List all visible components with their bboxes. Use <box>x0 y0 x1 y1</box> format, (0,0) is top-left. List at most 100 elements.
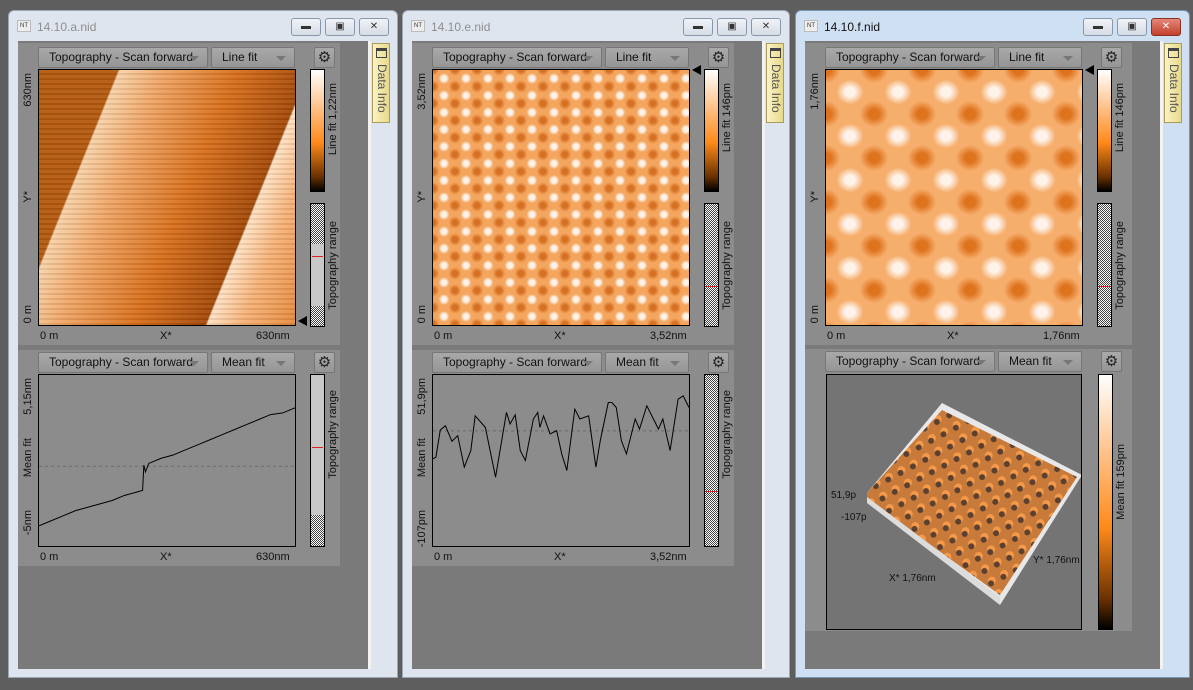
settings-button[interactable]: ⚙ <box>708 47 729 68</box>
profile-chart[interactable] <box>38 374 296 547</box>
topography-image[interactable] <box>825 69 1083 326</box>
dropdown-value: Topography - Scan forward <box>443 355 588 369</box>
filter-dropdown[interactable]: Mean fit <box>998 351 1082 372</box>
channel-dropdown[interactable]: Topography - Scan forward <box>38 47 208 68</box>
chevron-down-icon <box>976 360 986 365</box>
x-axis-label: X* <box>554 551 566 563</box>
chevron-down-icon <box>1063 56 1073 61</box>
document-window[interactable]: NT 14.10.f.nid ▬ ▣ ✕ Topography - Scan f… <box>795 10 1190 678</box>
app-icon: NT <box>411 20 425 32</box>
x-min-label: 0 m <box>434 551 453 563</box>
document-window[interactable]: NT 14.10.a.nid ▬ ▣ ✕ Topography - Scan f… <box>8 10 398 678</box>
x-max-label: 630nm <box>256 330 290 342</box>
chevron-down-icon <box>583 361 593 366</box>
settings-button[interactable]: ⚙ <box>314 47 335 68</box>
close-button[interactable]: ✕ <box>1151 18 1181 36</box>
dropdown-value: Mean fit <box>222 355 265 369</box>
filter-dropdown[interactable]: Mean fit <box>605 352 689 373</box>
channel-dropdown[interactable]: Topography - Scan forward <box>38 352 208 373</box>
range-marker[interactable] <box>298 316 307 326</box>
document-window[interactable]: NT 14.10.e.nid ▬ ▣ ✕ Topography - Scan f… <box>402 10 790 678</box>
title-bar[interactable]: NT 14.10.e.nid ▬ ▣ ✕ <box>403 11 789 41</box>
range-slider[interactable] <box>1097 203 1112 327</box>
filter-dropdown[interactable]: Line fit <box>605 47 689 68</box>
range-label: Topography range <box>327 390 339 479</box>
maximize-button[interactable]: ▣ <box>1117 18 1147 36</box>
x-max-label: 630nm <box>256 551 290 563</box>
settings-button[interactable]: ⚙ <box>1101 351 1122 372</box>
client-area: Topography - Scan forward Line fit ⚙ 1,7… <box>805 41 1160 669</box>
panel-icon <box>1168 48 1179 58</box>
channel-dropdown[interactable]: Topography - Scan forward <box>432 47 602 68</box>
title-bar[interactable]: NT 14.10.f.nid ▬ ▣ ✕ <box>796 11 1189 41</box>
close-button[interactable]: ✕ <box>751 18 781 36</box>
splitter[interactable] <box>1160 41 1163 669</box>
color-scale-bar <box>1097 69 1112 192</box>
topography-image[interactable] <box>432 69 690 326</box>
chevron-down-icon <box>276 361 286 366</box>
filter-dropdown[interactable]: Line fit <box>998 47 1082 68</box>
range-marker[interactable] <box>692 65 701 75</box>
dropdown-value: Topography - Scan forward <box>49 355 194 369</box>
dropdown-value: Line fit <box>616 50 652 64</box>
chevron-down-icon <box>583 56 593 61</box>
topography-image[interactable] <box>38 69 296 326</box>
channel-dropdown[interactable]: Topography - Scan forward <box>825 351 995 372</box>
filter-dropdown[interactable]: Line fit <box>211 47 295 68</box>
dropdown-value: Line fit <box>222 50 258 64</box>
y-min-label: 0 m <box>809 305 821 324</box>
channel-dropdown[interactable]: Topography - Scan forward <box>432 352 602 373</box>
settings-button[interactable]: ⚙ <box>314 352 335 373</box>
minimize-button[interactable]: ▬ <box>1083 18 1113 36</box>
gear-icon: ⚙ <box>317 354 332 371</box>
image-panel: Topography - Scan forward Line fit ⚙ 630… <box>18 43 340 345</box>
panel-icon <box>376 48 387 58</box>
data-info-tab[interactable]: Data Info <box>1164 43 1182 123</box>
profile-line <box>433 395 689 478</box>
3d-view[interactable]: 51,9p -107p X* 1,76nm Y* 1,76nm <box>826 374 1082 630</box>
dropdown-value: Topography - Scan forward <box>443 50 588 64</box>
colorbar-label: Line fit 146pm <box>1114 83 1126 153</box>
dropdown-value: Topography - Scan forward <box>836 50 981 64</box>
data-info-tab[interactable]: Data Info <box>372 43 390 123</box>
x-min-label: 0 m <box>40 330 59 342</box>
splitter[interactable] <box>762 41 765 669</box>
y-axis-label: Mean fit <box>22 438 34 478</box>
gear-icon: ⚙ <box>317 49 332 66</box>
window-title: 14.10.a.nid <box>37 20 97 34</box>
close-button[interactable]: ✕ <box>359 18 389 36</box>
y-min-label: -107pm <box>416 510 428 548</box>
data-info-label: Data Info <box>1167 64 1181 113</box>
gear-icon: ⚙ <box>1104 353 1119 370</box>
title-bar[interactable]: NT 14.10.a.nid ▬ ▣ ✕ <box>9 11 397 41</box>
range-slider[interactable] <box>310 203 325 327</box>
range-slider[interactable] <box>704 203 719 327</box>
data-info-tab[interactable]: Data Info <box>766 43 784 123</box>
colorbar-label: Mean fit 159pm <box>1115 444 1127 520</box>
range-slider[interactable] <box>704 374 719 547</box>
x-max-label: 3,52nm <box>650 551 687 563</box>
x-min-label: 0 m <box>827 330 846 342</box>
range-marker[interactable] <box>1085 65 1094 75</box>
gear-icon: ⚙ <box>711 354 726 371</box>
settings-button[interactable]: ⚙ <box>1101 47 1122 68</box>
range-slider[interactable] <box>310 374 325 547</box>
y-max-label: 630nm <box>22 73 34 107</box>
profile-panel: Topography - Scan forward Mean fit ⚙ 5,1… <box>18 350 340 566</box>
minimize-button[interactable]: ▬ <box>291 18 321 36</box>
dropdown-value: Topography - Scan forward <box>49 50 194 64</box>
data-info-label: Data Info <box>375 64 389 113</box>
channel-dropdown[interactable]: Topography - Scan forward <box>825 47 995 68</box>
image-panel: Topography - Scan forward Line fit ⚙ 1,7… <box>805 43 1132 345</box>
maximize-button[interactable]: ▣ <box>325 18 355 36</box>
maximize-button[interactable]: ▣ <box>717 18 747 36</box>
profile-chart[interactable] <box>432 374 690 547</box>
colorbar-label: Line fit 1,22nm <box>327 83 339 156</box>
splitter[interactable] <box>368 41 371 669</box>
minimize-button[interactable]: ▬ <box>683 18 713 36</box>
filter-dropdown[interactable]: Mean fit <box>211 352 295 373</box>
y-min-label: 0 m <box>22 305 34 324</box>
app-icon: NT <box>17 20 31 32</box>
settings-button[interactable]: ⚙ <box>708 352 729 373</box>
color-scale-bar <box>1098 374 1113 630</box>
